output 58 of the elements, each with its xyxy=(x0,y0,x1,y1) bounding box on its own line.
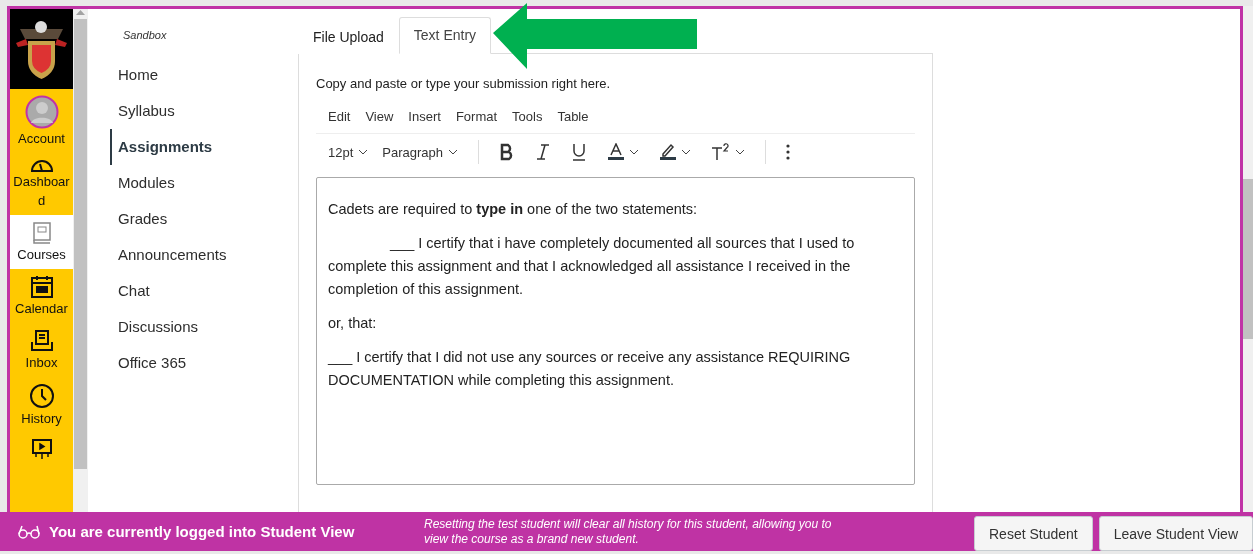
course-nav-link[interactable]: Modules xyxy=(110,165,298,201)
reset-note: Resetting the test student will clear all history for this student, allowing you to view the course as a brand new student. xyxy=(424,516,833,547)
presentation-icon[interactable] xyxy=(29,439,54,461)
avatar-icon xyxy=(24,95,59,129)
course-nav-link[interactable]: Syllabus xyxy=(110,93,298,129)
chevron-icon xyxy=(735,149,746,155)
block-format-dropdown[interactable]: Paragraph xyxy=(382,144,465,160)
nav-item[interactable]: History xyxy=(10,377,73,433)
menu-item[interactable]: Edit xyxy=(328,109,351,124)
text-color-icon[interactable] xyxy=(607,143,626,161)
chevron-icon xyxy=(681,149,692,155)
book-icon xyxy=(30,221,53,245)
bar-button[interactable]: Leave Student View xyxy=(1098,516,1253,551)
superscript-icon[interactable] xyxy=(711,143,732,161)
course-nav-link[interactable]: Office 365 xyxy=(110,345,298,381)
glasses-icon xyxy=(18,524,40,539)
instructions: Copy and paste or type your submission right here. xyxy=(316,76,612,91)
nav-item[interactable]: Inbox xyxy=(10,323,73,377)
paragraph: ___ I certify that i have completely documented all sources that I used to complete this assignment and that I acknowledged all assistance I received in the completion of this assignment. xyxy=(328,234,856,299)
scrollbar-thumb[interactable] xyxy=(1243,179,1253,339)
underline-icon[interactable] xyxy=(571,143,588,161)
paragraph: Cadets are required to type in one of the two statements: xyxy=(328,200,699,219)
inbox-icon xyxy=(29,329,54,353)
tab[interactable]: Text Entry xyxy=(398,17,492,54)
nav-item[interactable]: Courses xyxy=(10,215,73,269)
logo[interactable] xyxy=(10,9,73,89)
paragraph: or, that: xyxy=(328,314,378,333)
chevron-icon xyxy=(629,149,640,155)
course-nav-link[interactable]: Home xyxy=(110,57,298,93)
speedometer-icon xyxy=(29,159,54,172)
course-nav-link[interactable]: Chat xyxy=(110,273,298,309)
menu-item[interactable]: View xyxy=(365,109,394,124)
bar-button[interactable]: Reset Student xyxy=(974,516,1093,551)
course-title: Sandbox xyxy=(123,29,168,41)
menu-item[interactable]: Insert xyxy=(408,109,441,124)
menu-item[interactable]: Table xyxy=(557,109,589,124)
text-editor[interactable] xyxy=(316,177,915,485)
arrow-icon xyxy=(493,3,698,69)
nav-item[interactable]: Account xyxy=(10,89,73,153)
highlighter-icon[interactable] xyxy=(659,143,678,161)
clock-icon xyxy=(28,383,55,409)
italic-icon[interactable] xyxy=(535,143,552,161)
course-nav-link[interactable]: Announcements xyxy=(110,237,298,273)
student-view-message: You are currently logged into Student View xyxy=(49,523,356,540)
course-nav-link[interactable]: Discussions xyxy=(110,309,298,345)
paragraph: ___ I certify that I did not use any sources or receive any assistance REQUIRING DOCUMENTATION while completing this assignment. xyxy=(328,348,852,390)
nav-item[interactable]: Dashboard xyxy=(10,153,73,215)
course-nav-link[interactable]: Assignments xyxy=(110,129,298,165)
font-size-dropdown[interactable]: 12pt xyxy=(328,144,375,160)
calendar-icon xyxy=(29,275,54,299)
more-icon[interactable] xyxy=(786,144,791,160)
chevron-icon xyxy=(358,149,369,155)
menu-item[interactable]: Format xyxy=(455,109,498,124)
nav-item[interactable]: Calendar xyxy=(10,269,73,323)
scrollbar-thumb[interactable] xyxy=(74,19,87,469)
menu-item[interactable]: Tools xyxy=(512,109,543,124)
chevron-icon xyxy=(448,149,459,155)
course-nav-link[interactable]: Grades xyxy=(110,201,298,237)
